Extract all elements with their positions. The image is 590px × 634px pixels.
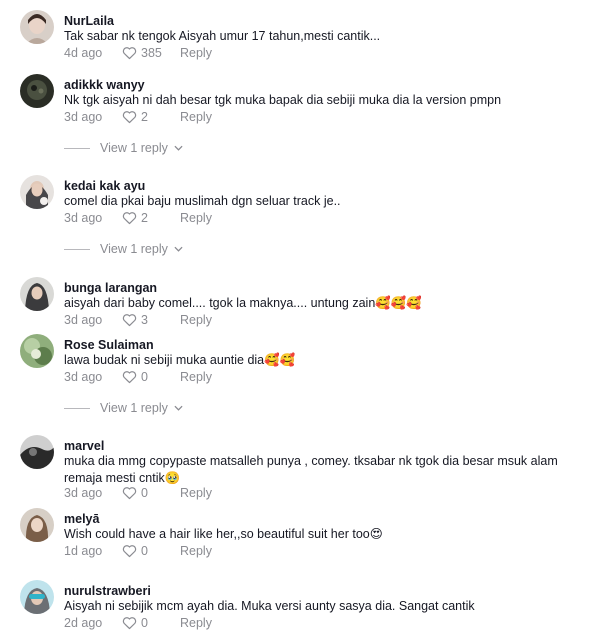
view-replies-label: View 1 reply (100, 141, 168, 155)
comment-text: Aisyah ni sebijik mcm ayah dia. Muka ver… (64, 599, 475, 613)
reply-button[interactable]: Reply (180, 313, 212, 327)
chevron-down-icon (174, 405, 183, 411)
comment-username[interactable]: kedai kak ayu (64, 179, 145, 193)
comment-username[interactable]: NurLaila (64, 14, 114, 28)
like-button[interactable]: 2 (122, 211, 180, 225)
comment-meta: 4d ago 385 Reply (64, 45, 212, 61)
reply-button[interactable]: Reply (180, 370, 212, 384)
avatar[interactable] (20, 10, 54, 44)
view-replies-button[interactable]: View 1 reply (64, 400, 183, 416)
like-button[interactable]: 0 (122, 616, 180, 630)
like-count: 2 (141, 211, 148, 225)
comment-username[interactable]: nurulstrawberi (64, 584, 151, 598)
reply-button[interactable]: Reply (180, 211, 212, 225)
like-count: 2 (141, 110, 148, 124)
avatar[interactable] (20, 277, 54, 311)
comment-username[interactable]: marvel (64, 439, 104, 453)
chevron-down-icon (174, 145, 183, 151)
comment-text: comel dia pkai baju muslimah dgn seluar … (64, 194, 341, 208)
heart-outline-icon (122, 314, 137, 327)
view-replies-button[interactable]: View 1 reply (64, 140, 183, 156)
view-replies-label: View 1 reply (100, 401, 168, 415)
view-replies-label: View 1 reply (100, 242, 168, 256)
avatar[interactable] (20, 175, 54, 209)
avatar[interactable] (20, 334, 54, 368)
like-count: 385 (141, 46, 162, 60)
like-count: 0 (141, 544, 148, 558)
heart-outline-icon (122, 617, 137, 630)
like-count: 0 (141, 616, 148, 630)
comment-username[interactable]: Rose Sulaiman (64, 338, 154, 352)
like-button[interactable]: 0 (122, 544, 180, 558)
divider (64, 147, 90, 149)
comment-date: 3d ago (64, 211, 103, 225)
like-button[interactable]: 2 (122, 110, 180, 124)
comment-username[interactable]: bunga larangan (64, 281, 157, 295)
comment-meta: 3d ago 0 Reply (64, 485, 212, 501)
like-button[interactable]: 0 (122, 486, 180, 500)
comment-meta: 3d ago 2 Reply (64, 109, 212, 125)
heart-outline-icon (122, 111, 137, 124)
reply-button[interactable]: Reply (180, 110, 212, 124)
like-button[interactable]: 0 (122, 370, 180, 384)
comment-date: 3d ago (64, 110, 103, 124)
divider (64, 248, 90, 250)
comment-username[interactable]: adikkk wanyy (64, 78, 145, 92)
view-replies-button[interactable]: View 1 reply (64, 241, 183, 257)
comment-meta: 2d ago 0 Reply (64, 615, 212, 631)
reply-button[interactable]: Reply (180, 616, 212, 630)
heart-outline-icon (122, 47, 137, 60)
comment-meta: 3d ago 2 Reply (64, 210, 212, 226)
comment-date: 2d ago (64, 616, 103, 630)
avatar[interactable] (20, 508, 54, 542)
avatar[interactable] (20, 74, 54, 108)
comment-username[interactable]: melyā (64, 512, 99, 526)
reply-button[interactable]: Reply (180, 46, 212, 60)
comment-text: lawa budak ni sebiji muka auntie dia🥰🥰 (64, 353, 296, 367)
comment-meta: 3d ago 0 Reply (64, 369, 212, 385)
heart-outline-icon (122, 371, 137, 384)
comment-date: 1d ago (64, 544, 103, 558)
comment-date: 4d ago (64, 46, 103, 60)
divider (64, 407, 90, 409)
chevron-down-icon (174, 246, 183, 252)
like-count: 0 (141, 486, 148, 500)
comment-text: muka dia mmg copypaste matsalleh punya ,… (64, 454, 558, 485)
avatar[interactable] (20, 580, 54, 614)
comment-text: Nk tgk aisyah ni dah besar tgk muka bapa… (64, 93, 502, 107)
heart-outline-icon (122, 545, 137, 558)
comment-meta: 1d ago 0 Reply (64, 543, 212, 559)
comment-text: aisyah dari baby comel.... tgok la makny… (64, 296, 422, 310)
comment-meta: 3d ago 3 Reply (64, 312, 212, 328)
comment-text: Tak sabar nk tengok Aisyah umur 17 tahun… (64, 29, 381, 43)
reply-button[interactable]: Reply (180, 486, 212, 500)
comment-date: 3d ago (64, 313, 103, 327)
like-button[interactable]: 3 (122, 313, 180, 327)
comment-text: Wish could have a hair like her,,so beau… (64, 527, 383, 541)
reply-button[interactable]: Reply (180, 544, 212, 558)
heart-outline-icon (122, 487, 137, 500)
comment-date: 3d ago (64, 486, 103, 500)
like-count: 3 (141, 313, 148, 327)
comment-date: 3d ago (64, 370, 103, 384)
avatar[interactable] (20, 435, 54, 469)
like-button[interactable]: 385 (122, 46, 180, 60)
heart-outline-icon (122, 212, 137, 225)
like-count: 0 (141, 370, 148, 384)
